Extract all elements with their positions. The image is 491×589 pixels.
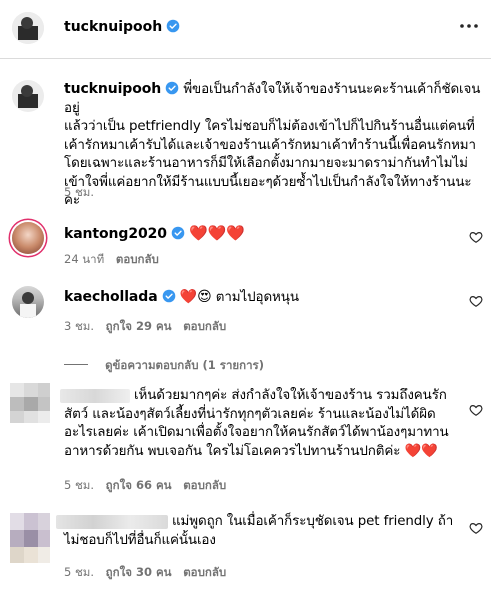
verified-badge-icon bbox=[171, 226, 185, 240]
reply-button[interactable]: ตอบกลับ bbox=[183, 319, 226, 333]
comment-likes[interactable]: ถูกใจ 30 คน bbox=[106, 565, 172, 579]
comment-line: อะไรเลยค่ะ เค้าเปิดมาเพื่อตั้งใจอยากให้ค… bbox=[64, 425, 449, 440]
caption-avatar[interactable] bbox=[12, 80, 44, 112]
view-replies-label: ดูข้อความตอบกลับ (1 รายการ) bbox=[105, 358, 264, 372]
comment-body: kaechollada ❤️😍 ตามไปอุดหนุน bbox=[64, 288, 299, 308]
header-divider bbox=[0, 58, 491, 59]
caption-line: โดยเฉพาะและร้านอาหารก็มีให้เลือกตั้งมากม… bbox=[64, 156, 468, 171]
comment-emoji: ❤️😍 bbox=[179, 289, 212, 305]
view-replies-toggle[interactable]: ดูข้อความตอบกลับ (1 รายการ) bbox=[64, 354, 264, 372]
caption-line: แล้วว่าเป็น petfriendly ใครไม่ชอบก็ไม่ต้… bbox=[64, 119, 475, 134]
comment-meta: 5 ชม. ถูกใจ 30 คน ตอบกลับ bbox=[64, 564, 226, 582]
header-username[interactable]: tucknuipooh bbox=[64, 19, 162, 35]
comment-line: สัตว์ และน้องๆสัตว์เลี้ยงที่น่ารักทุกๆตั… bbox=[64, 406, 436, 422]
comment-line: เห็นด้วยมากๆค่ะ ส่งกำลังใจให้เจ้าของร้าน… bbox=[134, 388, 447, 403]
caption-line: เค้ารักหมาเค้ารับได้และเจ้าของร้านเค้ารั… bbox=[64, 137, 476, 153]
comment-line: ไม่ชอบก็ไปที่อื่นก็แค่นั้นเอง bbox=[64, 532, 216, 548]
comment-text: ตามไปอุดหนุน bbox=[215, 290, 299, 305]
more-horizontal-icon bbox=[460, 24, 478, 28]
avatar-image bbox=[12, 12, 44, 44]
comment-line: อาหารด้วยกัน พบเจอกัน ใครไม่โอเคควรไปทาน… bbox=[64, 443, 438, 459]
like-heart-icon[interactable] bbox=[469, 403, 483, 417]
reply-button[interactable]: ตอบกลับ bbox=[116, 252, 159, 266]
like-heart-icon[interactable] bbox=[469, 521, 483, 535]
verified-badge-icon bbox=[166, 19, 180, 33]
comment-likes[interactable]: ถูกใจ 29 คน bbox=[106, 319, 172, 333]
comment-username[interactable]: kaechollada bbox=[64, 289, 158, 305]
comment-likes[interactable]: ถูกใจ 66 คน bbox=[106, 478, 172, 492]
comment-time[interactable]: 5 ชม. bbox=[64, 565, 94, 579]
comment-avatar[interactable] bbox=[12, 222, 44, 254]
comment-time[interactable]: 3 ชม. bbox=[64, 319, 94, 333]
more-options-button[interactable] bbox=[458, 18, 480, 34]
verified-badge-icon bbox=[165, 81, 179, 95]
caption-line: เข้าใจพี่แค่อยากให้มีร้านแบบนี้เยอะๆด้วย… bbox=[64, 174, 472, 209]
caption-username[interactable]: tucknuipooh bbox=[64, 81, 161, 97]
comment-text: ❤️❤️❤️ bbox=[189, 224, 245, 242]
like-heart-icon[interactable] bbox=[469, 230, 483, 244]
comment-avatar[interactable] bbox=[12, 286, 44, 318]
avatar-image bbox=[20, 292, 36, 318]
like-heart-icon[interactable] bbox=[469, 294, 483, 308]
reply-button[interactable]: ตอบกลับ bbox=[183, 478, 226, 492]
comment-body: เห็นด้วยมากๆค่ะ ส่งกำลังใจให้เจ้าของร้าน… bbox=[64, 387, 469, 461]
blurred-avatar bbox=[10, 383, 50, 423]
comment-body: แม่พูดถูก ในเมื่อเค้าก็ระบุชัดเจน pet fr… bbox=[64, 513, 474, 550]
reply-button[interactable]: ตอบกลับ bbox=[183, 565, 226, 579]
blurred-avatar bbox=[10, 513, 50, 563]
comment-line: แม่พูดถูก ในเมื่อเค้าก็ระบุชัดเจน pet fr… bbox=[172, 514, 454, 529]
caption-body: tucknuipooh พี่ขอเป็นกำลังใจให้เจ้าของร้… bbox=[64, 80, 484, 211]
comment-time[interactable]: 24 นาที bbox=[64, 252, 104, 266]
caption-time[interactable]: 5 ชม. bbox=[64, 184, 94, 202]
comment-time[interactable]: 5 ชม. bbox=[64, 478, 94, 492]
view-replies-line bbox=[64, 364, 88, 365]
comment-meta: 5 ชม. ถูกใจ 66 คน ตอบกลับ bbox=[64, 477, 226, 495]
comment-body: kantong2020 ❤️❤️❤️ bbox=[64, 224, 245, 245]
avatar-image bbox=[12, 80, 44, 112]
comment-meta: 3 ชม. ถูกใจ 29 คน ตอบกลับ bbox=[64, 318, 226, 336]
comment-username[interactable]: kantong2020 bbox=[64, 226, 167, 242]
header-avatar[interactable] bbox=[12, 12, 44, 44]
header-username-row[interactable]: tucknuipooh bbox=[64, 19, 180, 35]
comment-meta: 24 นาที ตอบกลับ bbox=[64, 251, 159, 269]
verified-badge-icon bbox=[162, 289, 175, 303]
